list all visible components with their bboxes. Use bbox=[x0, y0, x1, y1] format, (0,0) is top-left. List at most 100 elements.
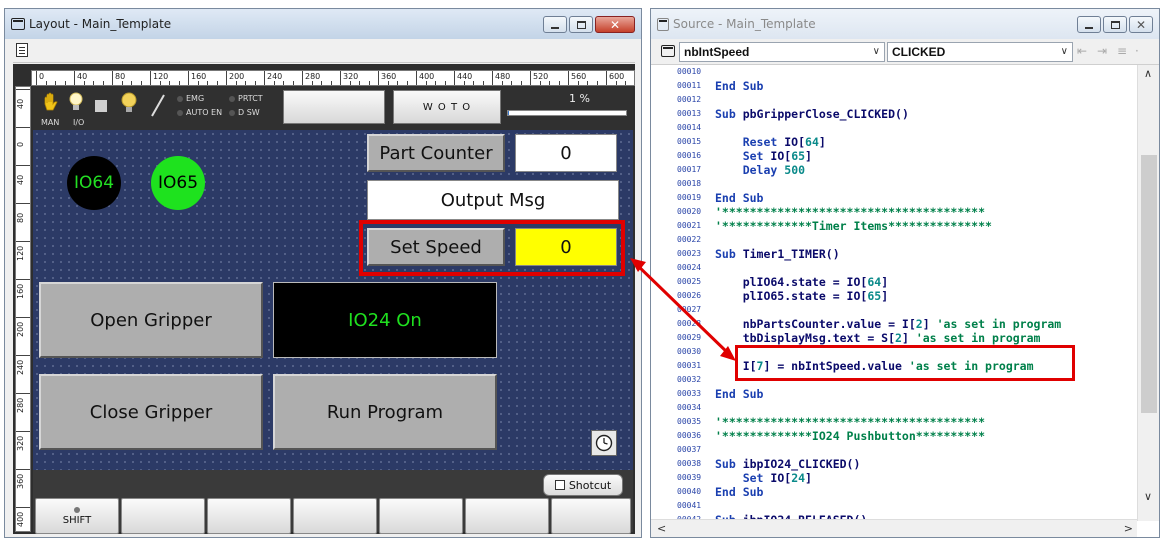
close-gripper-button[interactable]: Close Gripper bbox=[39, 374, 263, 450]
soft-key-3[interactable] bbox=[293, 498, 377, 534]
code-line[interactable]: 00037 bbox=[651, 443, 1137, 457]
vertical-scroll-thumb[interactable] bbox=[1141, 155, 1157, 413]
ruler-label: 80 bbox=[115, 72, 126, 81]
code-line[interactable]: 00038 Sub ibpIO24_CLICKED() bbox=[651, 457, 1137, 471]
soft-key-5[interactable] bbox=[465, 498, 549, 534]
code-text: '************************************** bbox=[715, 415, 986, 429]
ruler-label: 320 bbox=[343, 72, 359, 81]
output-msg-box: Output Msg bbox=[367, 180, 619, 220]
ruler-minor-tick bbox=[577, 81, 579, 85]
ruler-label: 0 bbox=[16, 141, 25, 147]
io24-status-indicator[interactable]: IO24 On bbox=[273, 282, 497, 358]
shotcut-button[interactable]: Shotcut bbox=[543, 474, 623, 496]
ruler-label: 240 bbox=[16, 359, 25, 375]
io-bulb-icon[interactable] bbox=[69, 92, 83, 114]
code-line[interactable]: 00025 plIO64.state = IO[64] bbox=[651, 275, 1137, 289]
code-line[interactable]: 00021 '*************Timer Items**********… bbox=[651, 219, 1137, 233]
line-number: 00017 bbox=[677, 165, 702, 174]
source-maximize-button[interactable] bbox=[1103, 16, 1127, 33]
list-icon[interactable]: ≡ bbox=[1117, 44, 1127, 58]
code-line[interactable]: 00022 bbox=[651, 233, 1137, 247]
source-close-button[interactable]: ✕ bbox=[1129, 16, 1153, 33]
code-text: Reset IO[64] bbox=[742, 135, 826, 149]
code-line[interactable]: 00028 nbPartsCounter.value = I[2] 'as se… bbox=[651, 317, 1137, 331]
ruler-label: 440 bbox=[457, 72, 473, 81]
code-line[interactable]: 00014 bbox=[651, 121, 1137, 135]
scroll-down-icon[interactable]: ∨ bbox=[1144, 490, 1152, 503]
code-line[interactable]: 00026 plIO65.state = IO[65] bbox=[651, 289, 1137, 303]
stop-square-icon[interactable] bbox=[95, 100, 107, 112]
ruler-label: 120 bbox=[153, 72, 169, 81]
wand-icon[interactable] bbox=[149, 92, 167, 118]
soft-key-2[interactable] bbox=[207, 498, 291, 534]
code-line[interactable]: 00041 bbox=[651, 499, 1137, 513]
indent-icon[interactable]: ⇥ bbox=[1097, 44, 1107, 58]
io65-lamp[interactable]: IO65 bbox=[151, 156, 205, 210]
document-icon[interactable] bbox=[16, 43, 28, 57]
ruler-label: 160 bbox=[16, 283, 25, 299]
vertical-ruler: 40 0 40 80 120 160 200 240 280 320 360 400 bbox=[15, 86, 31, 532]
timer-clock-icon[interactable] bbox=[591, 430, 617, 456]
layout-titlebar[interactable]: Layout - Main_Template ✕ bbox=[5, 9, 641, 39]
blank-top-button[interactable] bbox=[283, 90, 385, 124]
source-minimize-button[interactable] bbox=[1077, 16, 1101, 33]
code-line[interactable]: 00039 Set IO[24] bbox=[651, 471, 1137, 485]
ruler-label: 40 bbox=[16, 98, 25, 109]
line-number: 00038 bbox=[677, 459, 702, 468]
code-text: Sub ibpIO24_CLICKED() bbox=[715, 457, 861, 471]
soft-key-4[interactable] bbox=[379, 498, 463, 534]
code-editor[interactable]: 00010 00011 End Sub 00012 00013 Sub pbGripper… bbox=[651, 65, 1137, 521]
code-line[interactable]: 00019 End Sub bbox=[651, 191, 1137, 205]
code-line[interactable]: 00024 bbox=[651, 261, 1137, 275]
hand-icon[interactable] bbox=[41, 92, 61, 114]
ruler-minor-tick bbox=[406, 81, 408, 85]
soft-key-1[interactable] bbox=[121, 498, 205, 534]
scroll-left-icon[interactable]: < bbox=[657, 522, 666, 535]
code-line[interactable]: 00040 End Sub bbox=[651, 485, 1137, 499]
code-line[interactable]: 00011 End Sub bbox=[651, 79, 1137, 93]
code-line[interactable]: 00020 '**********************************… bbox=[651, 205, 1137, 219]
ruler-minor-tick bbox=[349, 81, 351, 85]
shift-button[interactable]: SHIFT bbox=[35, 498, 119, 534]
code-line[interactable]: 00027 bbox=[651, 303, 1137, 317]
woto-button[interactable]: W O T O bbox=[393, 90, 501, 124]
code-line[interactable]: 00034 bbox=[651, 401, 1137, 415]
object-select[interactable]: nbIntSpeed ∨ bbox=[679, 42, 885, 62]
open-gripper-button[interactable]: Open Gripper bbox=[39, 282, 263, 358]
code-line[interactable]: 00018 bbox=[651, 177, 1137, 191]
code-line[interactable]: 00017 Delay 500 bbox=[651, 163, 1137, 177]
minimize-button[interactable] bbox=[543, 16, 567, 33]
code-line[interactable]: 00016 Set IO[65] bbox=[651, 149, 1137, 163]
code-line[interactable]: 00023 Sub Timer1_TIMER() bbox=[651, 247, 1137, 261]
line-number: 00025 bbox=[677, 277, 702, 286]
scroll-right-icon[interactable]: > bbox=[1124, 522, 1133, 535]
more-icon[interactable]: · bbox=[1135, 44, 1139, 58]
code-line[interactable]: 00033 End Sub bbox=[651, 387, 1137, 401]
code-line[interactable]: 00035 '**********************************… bbox=[651, 415, 1137, 429]
horizontal-scrollbar[interactable]: < > bbox=[651, 519, 1137, 537]
ruler-minor-tick bbox=[397, 81, 398, 85]
maximize-button[interactable] bbox=[569, 16, 593, 33]
soft-key-6[interactable] bbox=[551, 498, 631, 534]
code-line[interactable]: 00010 bbox=[651, 65, 1137, 79]
ruler-minor-tick bbox=[435, 81, 436, 85]
source-titlebar[interactable]: Source - Main_Template ✕ bbox=[651, 9, 1159, 39]
ruler-tick bbox=[16, 279, 30, 280]
line-number: 00011 bbox=[677, 81, 702, 90]
ruler-minor-tick bbox=[520, 81, 522, 85]
lightbulb-icon[interactable] bbox=[121, 92, 137, 116]
scroll-up-icon[interactable]: ∧ bbox=[1144, 67, 1152, 80]
vertical-scrollbar[interactable]: ∧ ∨ bbox=[1137, 65, 1159, 521]
code-line[interactable]: 00013 Sub pbGripperClose_CLICKED() bbox=[651, 107, 1137, 121]
minimize-icon bbox=[1085, 26, 1093, 29]
ruler-minor-tick bbox=[482, 81, 484, 85]
code-line[interactable]: 00029 tbDisplayMsg.text = S[2] 'as set i… bbox=[651, 331, 1137, 345]
run-program-button[interactable]: Run Program bbox=[273, 374, 497, 450]
code-line[interactable]: 00015 Reset IO[64] bbox=[651, 135, 1137, 149]
code-line[interactable]: 00012 bbox=[651, 93, 1137, 107]
event-select[interactable]: CLICKED ∨ bbox=[887, 42, 1073, 62]
code-line[interactable]: 00036 '*************IO24 Pushbutton******… bbox=[651, 429, 1137, 443]
close-button[interactable]: ✕ bbox=[595, 16, 635, 33]
io64-lamp[interactable]: IO64 bbox=[67, 156, 121, 210]
outdent-icon[interactable]: ⇤ bbox=[1077, 44, 1087, 58]
